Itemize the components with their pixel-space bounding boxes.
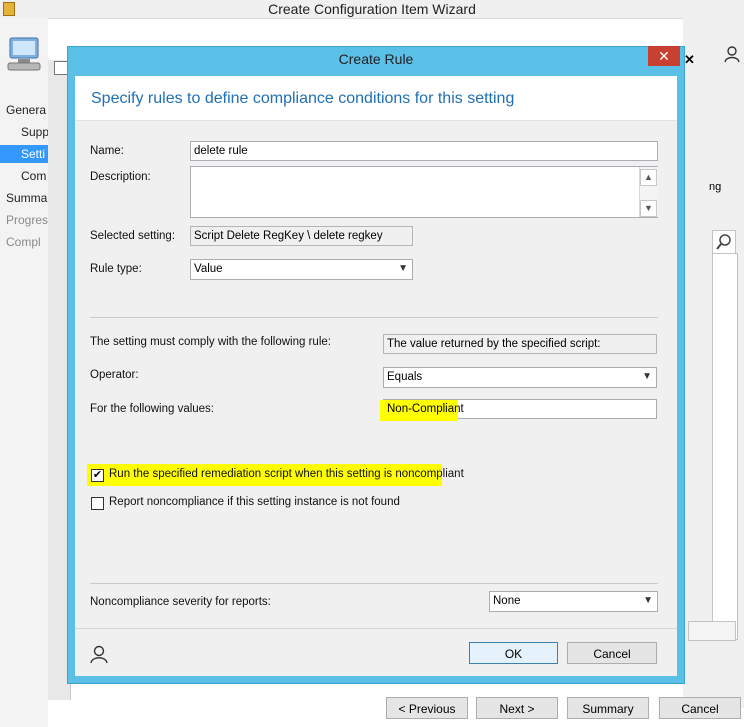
severity-label: Noncompliance severity for reports: [90,596,271,608]
help-user-icon[interactable] [88,643,110,665]
rule-type-select[interactable]: Value ▼ [190,259,413,280]
behind-list [712,269,738,640]
wizard-cancel-button[interactable]: Cancel [659,697,741,719]
nav-item-completion: Compl [6,235,41,249]
wizard-title: Create Configuration Item Wizard [268,1,476,17]
next-button[interactable]: Next > [476,697,558,719]
separator [90,583,658,584]
scroll-down-icon[interactable]: ▼ [640,200,657,217]
dialog-heading: Specify rules to define compliance condi… [91,90,515,107]
description-label: Description: [90,171,151,183]
rule-type-label: Rule type: [90,263,142,275]
behind-partial-label: ng [709,181,722,193]
name-input[interactable]: delete rule [190,141,658,161]
severity-value: None [493,595,521,607]
remediation-checkbox[interactable]: ✔ [91,469,104,482]
report-noncompliance-checkbox[interactable] [91,497,104,510]
nav-item-summary[interactable]: Summa [6,191,48,205]
operator-value: Equals [387,371,423,383]
computer-icon [4,34,44,74]
chevron-down-icon: ▼ [398,263,408,274]
rule-type-value: Value [194,263,223,275]
remediation-label: Run the specified remediation script whe… [109,468,464,480]
nav-item-progress: Progres [6,213,48,227]
description-textarea[interactable] [190,166,658,218]
help-user-icon[interactable] [722,44,742,64]
selected-setting-value: Script Delete RegKey \ delete regkey [190,226,413,246]
comply-rule-value: The value returned by the specified scri… [383,334,657,354]
footer-separator [75,628,677,629]
separator [90,317,658,318]
behind-button [688,621,736,641]
search-icon[interactable] [712,230,736,254]
name-label: Name: [90,145,124,157]
chevron-down-icon: ▼ [643,595,653,606]
nav-item-compliance-rules[interactable]: Com [21,169,48,183]
nav-item-settings[interactable]: Setti [21,147,48,161]
comply-rule-label: The setting must comply with the followi… [90,336,331,348]
behind-dialog-icon [54,61,68,75]
values-label: For the following values: [90,403,215,415]
report-noncompliance-label: Report noncompliance if this setting ins… [109,496,400,508]
operator-label: Operator: [90,369,139,381]
values-input-text: Non-Compliant [387,403,464,415]
nav-item-supported-platforms[interactable]: Supp [21,125,48,139]
summary-button[interactable]: Summary [567,697,649,719]
dialog-close-icon[interactable]: ✕ [648,46,680,66]
previous-button[interactable]: < Previous [386,697,468,719]
dialog-title: Create Rule [338,51,414,67]
dialog-cancel-button[interactable]: Cancel [567,642,657,664]
ok-button[interactable]: OK [469,642,558,664]
scroll-up-icon[interactable]: ▲ [640,169,657,186]
operator-select[interactable]: Equals ▼ [383,367,657,388]
severity-select[interactable]: None ▼ [489,591,658,612]
behind-close-icon: ✕ [684,52,695,67]
selected-setting-label: Selected setting: [90,230,176,242]
nav-item-general[interactable]: Genera [6,103,48,117]
chevron-down-icon: ▼ [642,371,652,382]
